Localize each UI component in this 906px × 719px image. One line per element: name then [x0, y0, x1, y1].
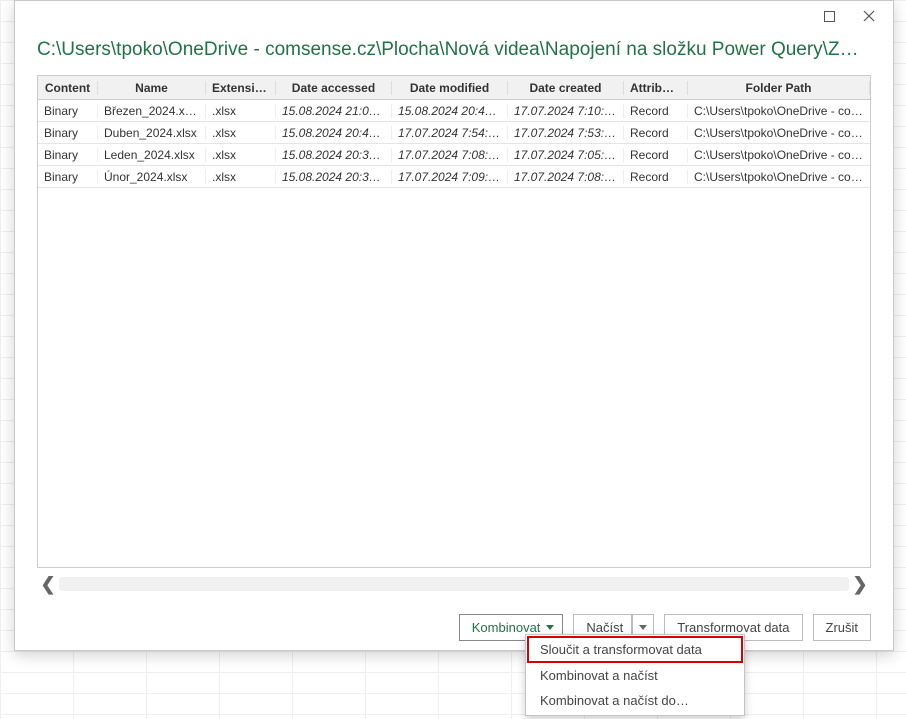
- cell-name: Duben_2024.xlsx: [98, 126, 206, 140]
- chevron-down-icon: [639, 625, 647, 630]
- cell-extension: .xlsx: [206, 104, 276, 118]
- column-header-date-modified[interactable]: Date modified: [392, 81, 508, 95]
- folder-path-title: C:\Users\tpoko\OneDrive - comsense.cz\Pl…: [37, 37, 871, 75]
- column-header-name[interactable]: Name: [98, 81, 206, 95]
- close-button[interactable]: [849, 3, 889, 29]
- combine-dropdown-menu: Sloučit a transformovat data Kombinovat …: [525, 634, 745, 716]
- cell-date-created: 17.07.2024 7:10:08: [508, 104, 624, 118]
- preview-table: Content Name Extension Date accessed Dat…: [37, 75, 871, 188]
- table-row[interactable]: Binary Leden_2024.xlsx .xlsx 15.08.2024 …: [38, 144, 870, 166]
- cell-attributes: Record: [624, 104, 688, 118]
- maximize-button[interactable]: [809, 3, 849, 29]
- dialog-button-bar: Kombinovat Načíst Transformovat data Zru…: [37, 614, 871, 641]
- scroll-right-icon[interactable]: ❯: [849, 575, 871, 593]
- cell-date-modified: 17.07.2024 7:09:59: [392, 170, 508, 184]
- horizontal-scrollbar[interactable]: ❮ ❯: [37, 574, 871, 594]
- column-header-date-accessed[interactable]: Date accessed: [276, 81, 392, 95]
- menu-item-combine-and-load-to[interactable]: Kombinovat a načíst do…: [526, 688, 744, 713]
- menu-item-label: Kombinovat a načíst: [540, 668, 658, 683]
- cell-folder-path: C:\Users\tpoko\OneDrive - comsense: [688, 148, 870, 162]
- scroll-left-icon[interactable]: ❮: [37, 575, 59, 593]
- menu-item-combine-and-load[interactable]: Kombinovat a načíst: [526, 663, 744, 688]
- cancel-button-label: Zrušit: [826, 620, 859, 635]
- cell-extension: .xlsx: [206, 170, 276, 184]
- table-header-row: Content Name Extension Date accessed Dat…: [38, 76, 870, 100]
- table-row[interactable]: Binary Duben_2024.xlsx .xlsx 15.08.2024 …: [38, 122, 870, 144]
- cell-folder-path: C:\Users\tpoko\OneDrive - comsense: [688, 126, 870, 140]
- cell-date-accessed: 15.08.2024 21:03:17: [276, 104, 392, 118]
- cell-date-accessed: 15.08.2024 20:43:33: [276, 126, 392, 140]
- table-row[interactable]: Binary Únor_2024.xlsx .xlsx 15.08.2024 2…: [38, 166, 870, 188]
- cell-extension: .xlsx: [206, 148, 276, 162]
- column-header-content[interactable]: Content: [38, 81, 98, 95]
- menu-item-label: Sloučit a transformovat data: [540, 642, 702, 657]
- cancel-button[interactable]: Zrušit: [813, 614, 872, 641]
- cell-content: Binary: [38, 170, 98, 184]
- cell-name: Březen_2024.xlsx: [98, 104, 206, 118]
- combine-button-label: Kombinovat: [472, 620, 541, 635]
- cell-date-modified: 15.08.2024 20:49:11: [392, 104, 508, 118]
- cell-content: Binary: [38, 126, 98, 140]
- cell-attributes: Record: [624, 126, 688, 140]
- menu-item-label: Kombinovat a načíst do…: [540, 693, 689, 708]
- cell-extension: .xlsx: [206, 126, 276, 140]
- scrollbar-track[interactable]: [59, 577, 849, 591]
- cell-attributes: Record: [624, 148, 688, 162]
- column-header-attributes[interactable]: Attributes: [624, 81, 688, 95]
- table-row[interactable]: Binary Březen_2024.xlsx .xlsx 15.08.2024…: [38, 100, 870, 122]
- column-header-date-created[interactable]: Date created: [508, 81, 624, 95]
- cell-name: Leden_2024.xlsx: [98, 148, 206, 162]
- column-header-folder-path[interactable]: Folder Path: [688, 81, 870, 95]
- chevron-down-icon: [546, 625, 554, 630]
- cell-date-created: 17.07.2024 7:05:17: [508, 148, 624, 162]
- navigator-dialog: C:\Users\tpoko\OneDrive - comsense.cz\Pl…: [14, 0, 894, 651]
- load-button-label: Načíst: [586, 620, 623, 635]
- column-header-extension[interactable]: Extension: [206, 81, 276, 95]
- cell-attributes: Record: [624, 170, 688, 184]
- cell-folder-path: C:\Users\tpoko\OneDrive - comsense: [688, 170, 870, 184]
- dialog-content: C:\Users\tpoko\OneDrive - comsense.cz\Pl…: [15, 31, 893, 659]
- cell-date-accessed: 15.08.2024 20:31:12: [276, 148, 392, 162]
- cell-folder-path: C:\Users\tpoko\OneDrive - comsense: [688, 104, 870, 118]
- cell-name: Únor_2024.xlsx: [98, 170, 206, 184]
- window-titlebar: [15, 1, 893, 31]
- cell-date-created: 17.07.2024 7:08:25: [508, 170, 624, 184]
- cell-date-accessed: 15.08.2024 20:30:58: [276, 170, 392, 184]
- cell-date-created: 17.07.2024 7:53:14: [508, 126, 624, 140]
- transform-button-label: Transformovat data: [677, 620, 789, 635]
- menu-item-merge-and-transform[interactable]: Sloučit a transformovat data: [527, 636, 743, 663]
- cell-date-modified: 17.07.2024 7:54:05: [392, 126, 508, 140]
- table-empty-area: [37, 188, 871, 568]
- cell-content: Binary: [38, 104, 98, 118]
- cell-content: Binary: [38, 148, 98, 162]
- cell-date-modified: 17.07.2024 7:08:17: [392, 148, 508, 162]
